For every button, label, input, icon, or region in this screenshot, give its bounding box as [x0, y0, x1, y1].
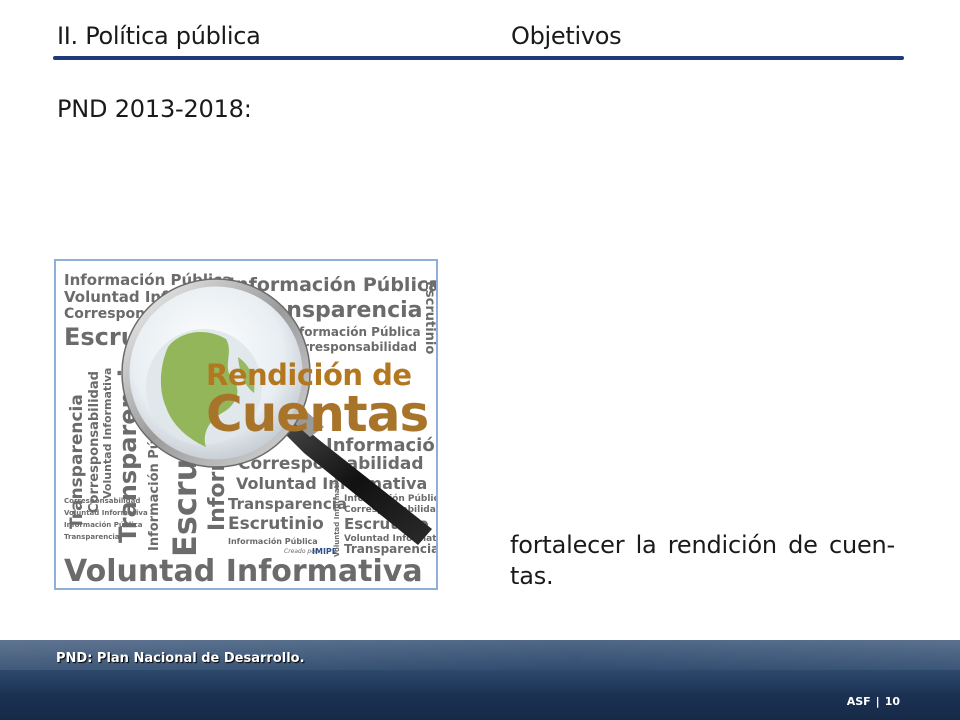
page-separator: |: [875, 695, 880, 708]
header-divider: [53, 56, 904, 60]
objective-text: fortalecer la rendición de cuen-tas.: [510, 531, 895, 590]
word-cloud-image: Información Pública Voluntad Informativa…: [54, 259, 438, 590]
word-corresp-v1: Corresponsabilidad: [87, 371, 102, 513]
word-info-5: Información Pública: [228, 536, 318, 546]
footnote: PND: Plan Nacional de Desarrollo.: [56, 651, 305, 666]
topic-title: Objetivos: [511, 22, 622, 50]
word-cloud-graphic: Información Pública Voluntad Informativa…: [64, 271, 436, 588]
slide: II. Política pública Objetivos PND 2013-…: [0, 0, 960, 720]
word-escrutinio-v2: Escrutinio: [422, 281, 436, 354]
word-voluntad-s1: Voluntad Informativa: [64, 509, 148, 517]
word-escrutinio-2: Escrutinio: [228, 514, 324, 534]
word-voluntad-v2: Voluntad Informativa: [333, 473, 341, 557]
word-voluntad-big: Voluntad Informativa: [64, 554, 423, 588]
plan-subtitle: PND 2013-2018:: [57, 95, 252, 123]
word-info-s1: Información Pública: [64, 521, 143, 529]
word-voluntad-2: Voluntad Informativa: [236, 474, 427, 493]
section-title: II. Política pública: [57, 22, 261, 50]
word-voluntad-v1: Voluntad Informativa: [101, 368, 114, 499]
org-label: ASF: [846, 695, 871, 708]
word-info-3: Información Pública: [286, 325, 421, 339]
word-transparencia-s1: Transparencia: [64, 533, 120, 541]
page-value: 10: [884, 695, 900, 708]
word-transparencia-3: Transparencia: [228, 495, 347, 513]
word-corresp-s1: Corresponsabilidad: [64, 497, 140, 505]
word-cuentas: Cuentas: [206, 385, 428, 443]
page-number: ASF | 10: [847, 695, 900, 708]
